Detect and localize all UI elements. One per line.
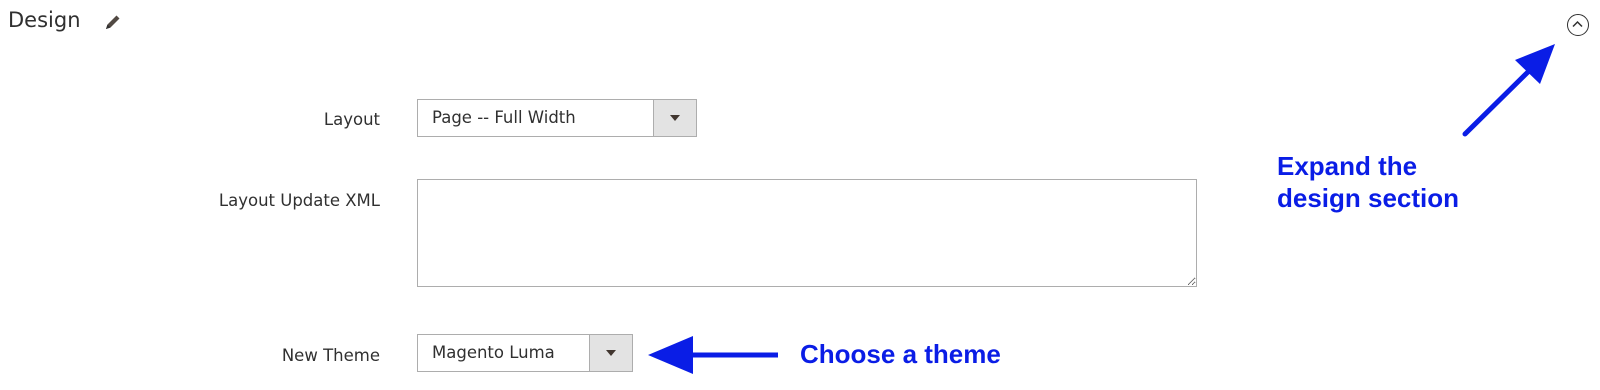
expand-annotation: Expand the design section [1277,150,1459,214]
expand-annotation-line1: Expand the [1277,151,1418,181]
arrow-to-collapse-icon [1462,44,1555,137]
expand-annotation-line2: design section [1277,183,1460,213]
theme-annotation: Choose a theme [800,339,1001,369]
arrow-to-theme-select [648,336,778,374]
